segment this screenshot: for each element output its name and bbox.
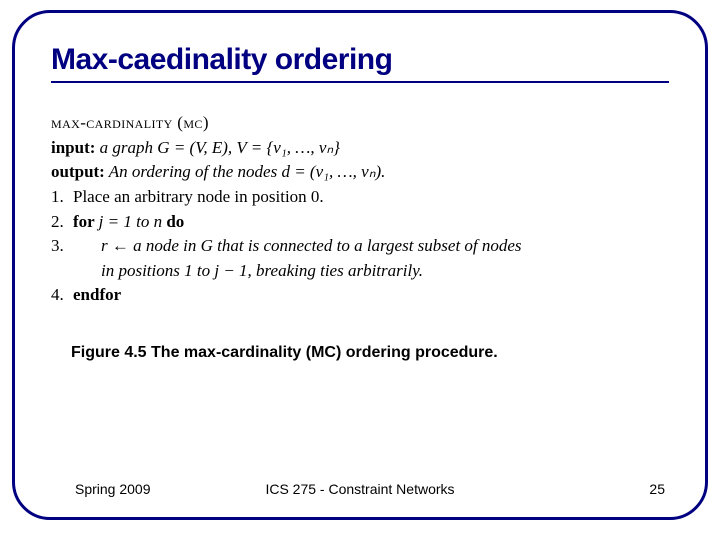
line3-text: r ← a node in G that is connected to a l… [101, 236, 522, 255]
algorithm-input-line: input: a graph G = (V, E), V = {v₁, …, v… [51, 136, 669, 161]
line-number: 1. [51, 185, 73, 210]
line-text: Place an arbitrary node in position 0. [73, 185, 324, 210]
line3b-text: in positions 1 to j − 1, breaking ties a… [101, 261, 423, 280]
figure-caption: Figure 4.5 The max-cardinality (MC) orde… [71, 344, 669, 362]
output-text: An ordering of the nodes d = (v₁, …, vₙ)… [105, 162, 386, 181]
algo-line-4: 4. endfor [51, 283, 669, 308]
footer-left: Spring 2009 [75, 481, 151, 497]
input-label: input: [51, 138, 95, 157]
endfor-keyword: endfor [73, 283, 121, 308]
algorithm-name: max-cardinality (mc) [51, 111, 669, 136]
output-label: output: [51, 162, 105, 181]
algo-line-1: 1. Place an arbitrary node in position 0… [51, 185, 669, 210]
line-number: 2. [51, 210, 73, 235]
algo-line-2: 2. for j = 1 to n do [51, 210, 669, 235]
slide-frame: Max-caedinality ordering max-cardinality… [12, 10, 708, 520]
line-number: 4. [51, 283, 73, 308]
input-text: a graph G = (V, E), V = {v₁, …, vₙ} [95, 138, 340, 157]
line-number: 3. [51, 234, 73, 259]
slide-title: Max-caedinality ordering [51, 43, 669, 77]
algorithm-output-line: output: An ordering of the nodes d = (v₁… [51, 160, 669, 185]
for-keyword: for [73, 212, 99, 231]
slide-footer: Spring 2009 ICS 275 - Constraint Network… [15, 481, 705, 497]
footer-right: 25 [649, 481, 665, 497]
line-text: r ← a node in G that is connected to a l… [73, 234, 522, 283]
line-text: for j = 1 to n do [73, 210, 184, 235]
algo-line-3: 3. r ← a node in G that is connected to … [51, 234, 669, 283]
do-keyword: do [166, 212, 184, 231]
title-underline [51, 81, 669, 83]
for-condition: j = 1 to n [99, 212, 167, 231]
algorithm-block: max-cardinality (mc) input: a graph G = … [51, 111, 669, 308]
